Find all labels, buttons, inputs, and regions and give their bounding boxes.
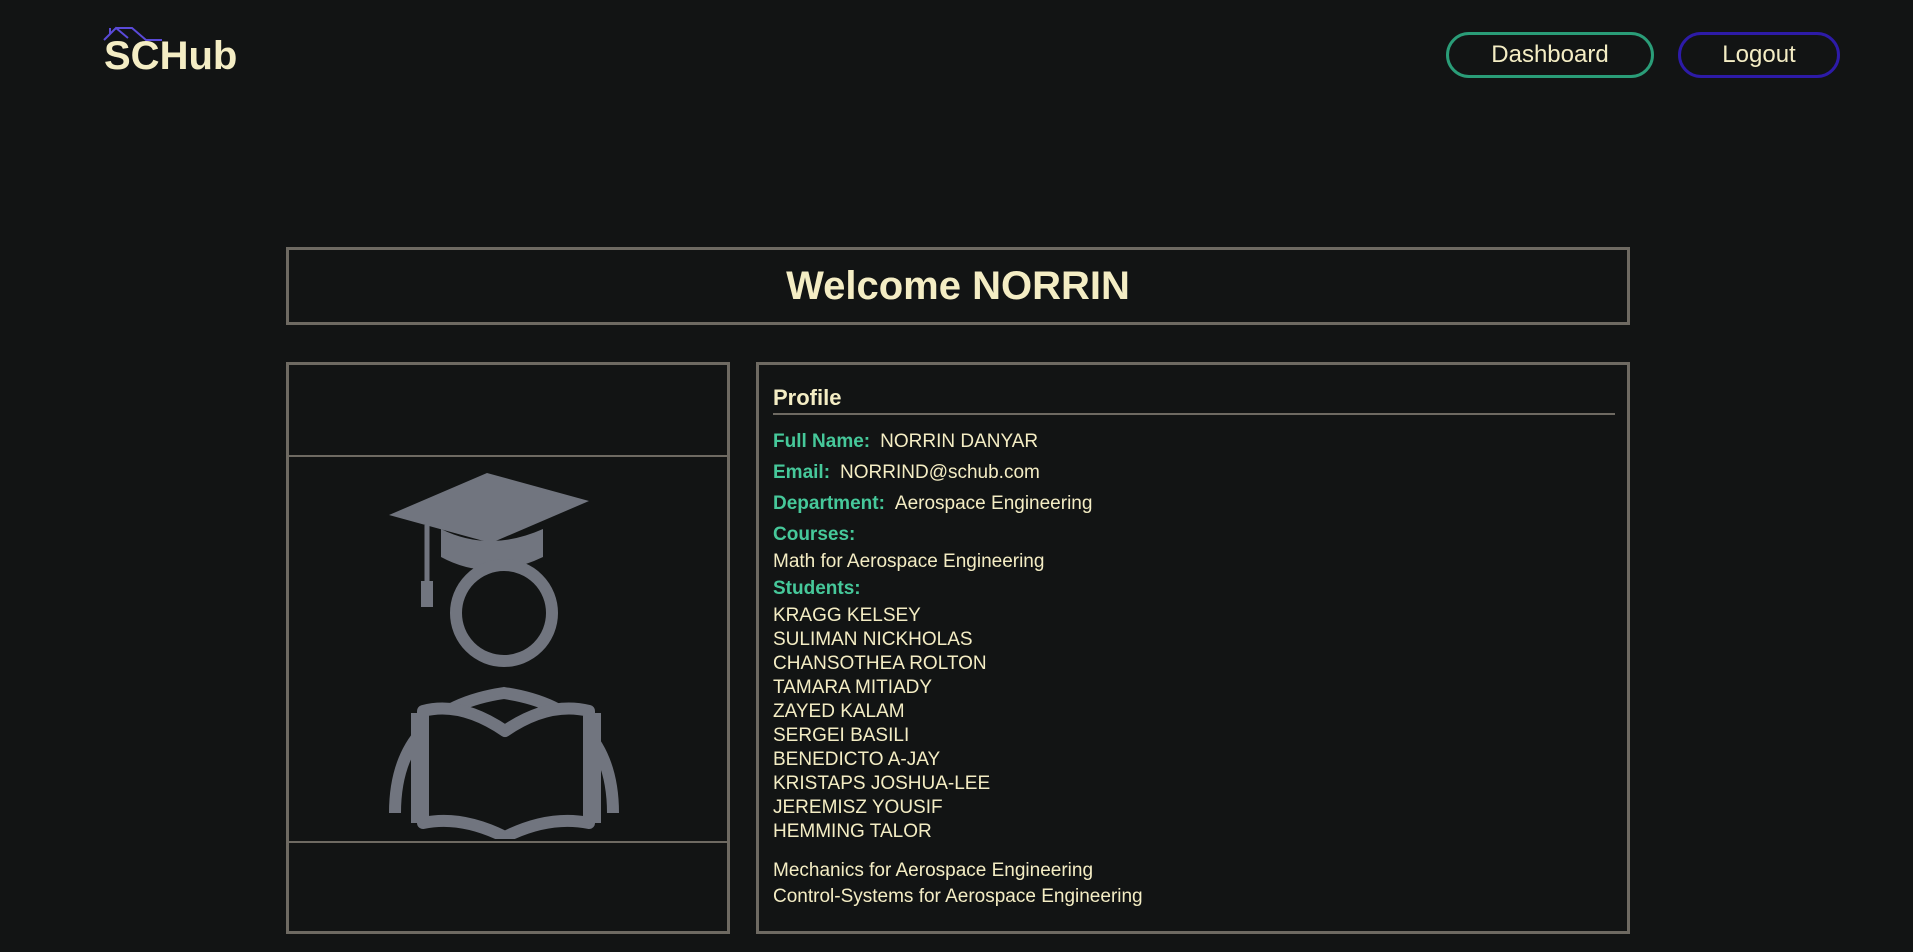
student-item: JEREMISZ YOUSIF bbox=[773, 797, 943, 818]
courses-row: Courses: bbox=[773, 524, 1615, 546]
student-item: HEMMING TALOR bbox=[773, 821, 932, 842]
student-item: ZAYED KALAM bbox=[773, 701, 905, 722]
department-row: Department: Aerospace Engineering bbox=[773, 493, 1615, 515]
graduate-reading-icon bbox=[389, 473, 619, 839]
student-item: KRISTAPS JOSHUA-LEE bbox=[773, 773, 991, 794]
student-item: SULIMAN NICKHOLAS bbox=[773, 629, 973, 650]
students-row: Students: bbox=[773, 578, 1615, 600]
full-name-label: Full Name: bbox=[773, 431, 871, 452]
student-item: KRAGG KELSEY bbox=[773, 605, 921, 626]
student-item: BENEDICTO A-JAY bbox=[773, 749, 941, 770]
student-item: TAMARA MITIADY bbox=[773, 677, 933, 698]
full-name-value: NORRIN DANYAR bbox=[880, 431, 1039, 452]
profile-title: Profile bbox=[773, 385, 1615, 415]
courses-label: Courses: bbox=[773, 524, 856, 545]
logout-button[interactable]: Logout bbox=[1678, 32, 1840, 78]
course-item: Math for Aerospace Engineering bbox=[773, 551, 1045, 572]
logo-text: SCHub bbox=[104, 34, 238, 78]
course-item: Control-Systems for Aerospace Engineerin… bbox=[773, 886, 1143, 907]
avatar-divider-top bbox=[289, 455, 727, 457]
students-label: Students: bbox=[773, 578, 861, 599]
department-value: Aerospace Engineering bbox=[894, 493, 1093, 514]
email-label: Email: bbox=[773, 462, 831, 483]
avatar-divider-bottom bbox=[289, 841, 727, 843]
logo[interactable]: SCHub bbox=[103, 26, 238, 84]
email-row: Email: NORRIND@schub.com bbox=[773, 462, 1615, 484]
dashboard-button[interactable]: Dashboard bbox=[1446, 32, 1654, 78]
student-item: CHANSOTHEA ROLTON bbox=[773, 653, 987, 674]
course-list: Mechanics for Aerospace Engineering Cont… bbox=[773, 858, 1615, 910]
profile-card: Profile Full Name: NORRIN DANYAR Email: NO… bbox=[756, 362, 1630, 934]
email-value: NORRIND@schub.com bbox=[840, 462, 1040, 483]
welcome-title: Welcome NORRIN bbox=[786, 263, 1130, 308]
full-name-row: Full Name: NORRIN DANYAR bbox=[773, 431, 1615, 453]
department-label: Department: bbox=[773, 493, 885, 514]
avatar-card bbox=[286, 362, 730, 934]
welcome-banner: Welcome NORRIN bbox=[286, 247, 1630, 325]
student-item: SERGEI BASILI bbox=[773, 725, 910, 746]
student-list: KRAGG KELSEY SULIMAN NICKHOLAS CHANSOTHE… bbox=[773, 604, 1615, 844]
course-item: Mechanics for Aerospace Engineering bbox=[773, 860, 1094, 881]
